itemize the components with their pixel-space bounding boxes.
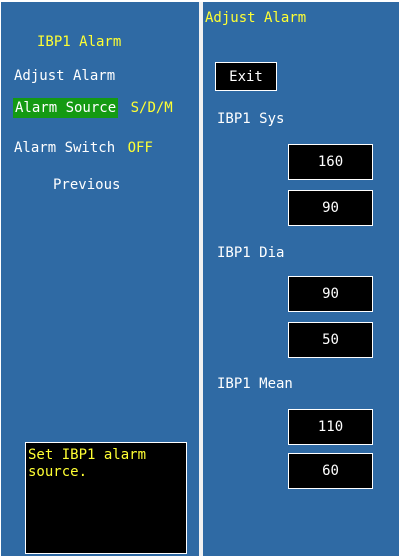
help-text-box: Set IBP1 alarm source.	[25, 442, 187, 554]
ibp1-sys-label: IBP1 Sys	[217, 111, 285, 127]
alarm-switch-menu-item[interactable]: Alarm Switch OFF	[14, 139, 153, 157]
alarm-switch-value: OFF	[127, 140, 153, 156]
previous-menu-item[interactable]: Previous	[53, 176, 120, 194]
ibp1-dia-high-field[interactable]: 90	[288, 276, 373, 312]
panel-divider	[199, 2, 203, 556]
ibp1-sys-low-field[interactable]: 90	[288, 190, 373, 226]
ibp1-mean-low-field[interactable]: 60	[288, 453, 373, 489]
ibp1-mean-label: IBP1 Mean	[217, 376, 293, 392]
monitor-screen: IBP1 Alarm Adjust Alarm Alarm Source S/D…	[1, 2, 399, 556]
panel-title: Adjust Alarm	[205, 10, 307, 26]
alarm-source-label: Alarm Source	[13, 98, 119, 118]
menu-title: IBP1 Alarm	[37, 34, 122, 50]
adjust-alarm-menu-item[interactable]: Adjust Alarm	[14, 67, 115, 85]
ibp1-dia-label: IBP1 Dia	[217, 245, 285, 261]
ibp1-mean-high-field[interactable]: 110	[288, 409, 373, 445]
alarm-source-menu-item[interactable]: Alarm Source S/D/M	[13, 98, 173, 118]
exit-button[interactable]: Exit	[215, 62, 277, 91]
alarm-source-value: S/D/M	[130, 100, 173, 116]
ibp1-dia-low-field[interactable]: 50	[288, 322, 373, 358]
alarm-switch-label: Alarm Switch	[14, 140, 116, 156]
ibp1-sys-high-field[interactable]: 160	[288, 144, 373, 180]
